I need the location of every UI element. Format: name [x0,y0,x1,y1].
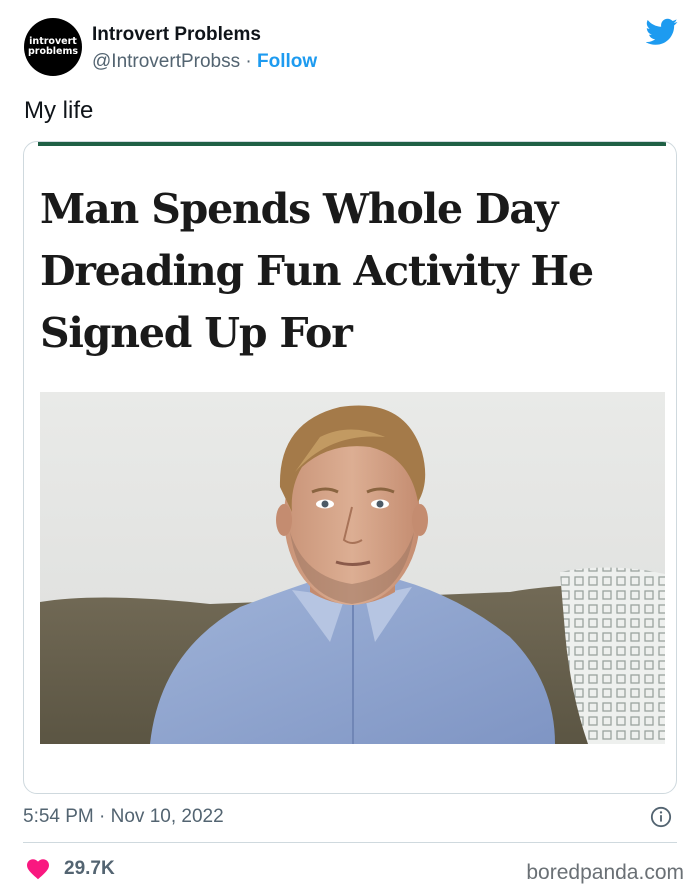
avatar[interactable]: introvert problems [24,18,82,76]
article-card[interactable]: Man Spends Whole Day Dreading Fun Activi… [23,141,677,794]
tweet-embed: introvert problems Introvert Problems @I… [0,0,700,896]
watermark: boredpanda.com [526,861,684,884]
handle-separator: · [240,51,258,72]
footer-divider [23,842,677,843]
avatar-text-line2: problems [27,46,79,57]
tweet-timestamp[interactable]: 5:54 PM · Nov 10, 2022 [23,806,224,828]
like-count[interactable]: 29.7K [64,858,115,880]
card-accent-bar [38,142,666,146]
author-name[interactable]: Introvert Problems [92,24,261,46]
twitter-bird-icon[interactable] [646,18,678,46]
author-handle[interactable]: @IntrovertProbss [92,51,240,72]
article-headline: Man Spends Whole Day Dreading Fun Activi… [40,185,594,357]
tweet-text: My life [24,97,94,124]
author-handle-row: @IntrovertProbss · Follow [92,51,317,73]
info-icon[interactable] [650,806,672,828]
heart-icon[interactable] [26,858,50,880]
follow-button[interactable]: Follow [257,51,317,72]
article-photo [40,392,665,744]
